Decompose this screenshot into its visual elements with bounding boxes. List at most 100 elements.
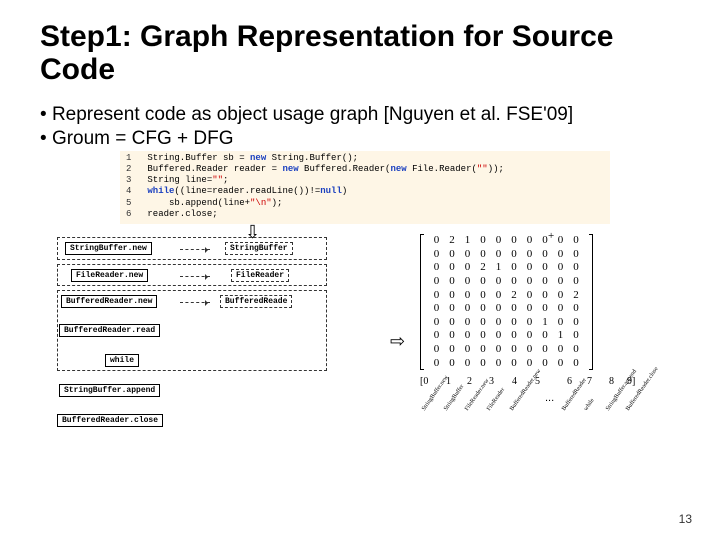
matrix-cell: 0 (475, 248, 491, 262)
line-number: 3 (126, 175, 131, 186)
matrix-cell: 0 (522, 248, 538, 262)
matrix-cell: 2 (506, 289, 522, 303)
line-number: 1 (126, 153, 131, 164)
idx-label: 8 (609, 376, 614, 387)
matrix-cell: 2 (444, 234, 460, 248)
matrix-cell: 0 (537, 343, 553, 357)
edge-arrow-icon (180, 276, 210, 277)
matrix-cell: 0 (444, 357, 460, 371)
matrix-cell: 0 (429, 248, 445, 262)
matrix-cell: 0 (444, 289, 460, 303)
code-line: reader.close; (147, 209, 504, 220)
graph-node: BufferedReader.new (61, 295, 157, 308)
matrix-cell: 0 (444, 275, 460, 289)
matrix-cell: 0 (568, 248, 584, 262)
matrix-cell: 0 (491, 316, 507, 330)
matrix-cell: 0 (475, 234, 491, 248)
matrix-cell: 0 (475, 289, 491, 303)
rot-label: FileReader (486, 387, 506, 412)
matrix-cell: 0 (429, 343, 445, 357)
type-node: StringBuffer (225, 242, 293, 255)
bullet-item: Represent code as object usage graph [Ng… (40, 104, 680, 126)
line-number: 5 (126, 198, 131, 209)
matrix-cell: 0 (491, 302, 507, 316)
matrix-cell: 0 (553, 275, 569, 289)
matrix-cell: 0 (491, 329, 507, 343)
matrix-cell: 0 (553, 357, 569, 371)
idx-label: 6 (567, 376, 572, 387)
matrix-cell: 0 (491, 357, 507, 371)
matrix-cell: 1 (537, 316, 553, 330)
matrix-cell: 0 (429, 329, 445, 343)
code-line: while((line=reader.readLine())!=null) (147, 186, 504, 197)
graph-node: FileReader.new (71, 269, 148, 282)
matrix-cell: 0 (429, 261, 445, 275)
matrix-cell: 0 (475, 302, 491, 316)
matrix-cell: 0 (460, 316, 476, 330)
matrix-cell: 0 (553, 302, 569, 316)
slide-title: Step1: Graph Representation for Source C… (40, 20, 680, 86)
matrix-cell: 0 (444, 302, 460, 316)
matrix-cell: 0 (506, 329, 522, 343)
matrix-cell: 0 (537, 248, 553, 262)
matrix-cell: 0 (537, 289, 553, 303)
ellipsis: ... (545, 392, 554, 404)
matrix-cell: 0 (491, 275, 507, 289)
matrix-cell: 0 (553, 248, 569, 262)
matrix-cell: 0 (568, 275, 584, 289)
matrix-cell: 0 (553, 316, 569, 330)
edge-arrow-icon (180, 302, 210, 303)
matrix-cell: 0 (444, 316, 460, 330)
matrix-cell: 0 (522, 357, 538, 371)
idx-label: [0 (420, 376, 428, 387)
matrix-cell: 0 (460, 357, 476, 371)
matrix-cell: 0 (429, 275, 445, 289)
matrix-cell: 1 (553, 329, 569, 343)
matrix-cell: 0 (460, 248, 476, 262)
type-node: BufferedReade (220, 295, 292, 308)
code-line: Buffered.Reader reader = new Buffered.Re… (147, 164, 504, 175)
matrix-cell: 2 (475, 261, 491, 275)
matrix-cell: 0 (522, 275, 538, 289)
matrix-cell: 0 (475, 275, 491, 289)
matrix-cell: 0 (553, 234, 569, 248)
edge-arrow-icon (180, 249, 210, 250)
code-line: String.Buffer sb = new String.Buffer(); (147, 153, 504, 164)
page-number: 13 (679, 512, 692, 526)
graph-node: StringBuffer.new (65, 242, 152, 255)
matrix-cell: 0 (568, 302, 584, 316)
arrow-right-icon: ⇨ (390, 331, 405, 352)
matrix-cell: 0 (460, 329, 476, 343)
diagram-area: ⇩ ⇨ StringBuffer.new StringBuffer FileRe… (40, 226, 680, 451)
line-number: 6 (126, 209, 131, 220)
matrix-cell: 0 (506, 275, 522, 289)
matrix-cell: 0 (460, 289, 476, 303)
matrix-cell: 0 (537, 261, 553, 275)
matrix-cell: 0 (444, 248, 460, 262)
matrix-cell: 0 (460, 261, 476, 275)
matrix-cell: 0 (429, 289, 445, 303)
matrix-cell: 2 (568, 289, 584, 303)
matrix-cell: 0 (429, 357, 445, 371)
line-number: 2 (126, 164, 131, 175)
matrix-cell: 0 (506, 357, 522, 371)
rot-label: while (583, 398, 596, 412)
matrix-cell: 1 (491, 261, 507, 275)
graph-node: StringBuffer.append (59, 384, 160, 397)
idx-label: 2 (467, 376, 472, 387)
matrix-cell: 0 (568, 343, 584, 357)
bullet-item: Groum = CFG + DFG (40, 128, 680, 150)
matrix-cell: 0 (568, 329, 584, 343)
matrix-cell: 0 (491, 248, 507, 262)
matrix-cell: 0 (475, 357, 491, 371)
matrix-cell: 0 (522, 343, 538, 357)
matrix-cell: 0 (444, 261, 460, 275)
matrix-cell: 0 (522, 329, 538, 343)
matrix-cell: 0 (506, 343, 522, 357)
matrix-cell: 0 (491, 234, 507, 248)
graph-node: BufferedReader.read (59, 324, 160, 337)
matrix-cell: 0 (429, 316, 445, 330)
code-line: String line=""; (147, 175, 504, 186)
rot-label: StringBuffer (443, 384, 465, 412)
idx-label: 7 (587, 376, 592, 387)
